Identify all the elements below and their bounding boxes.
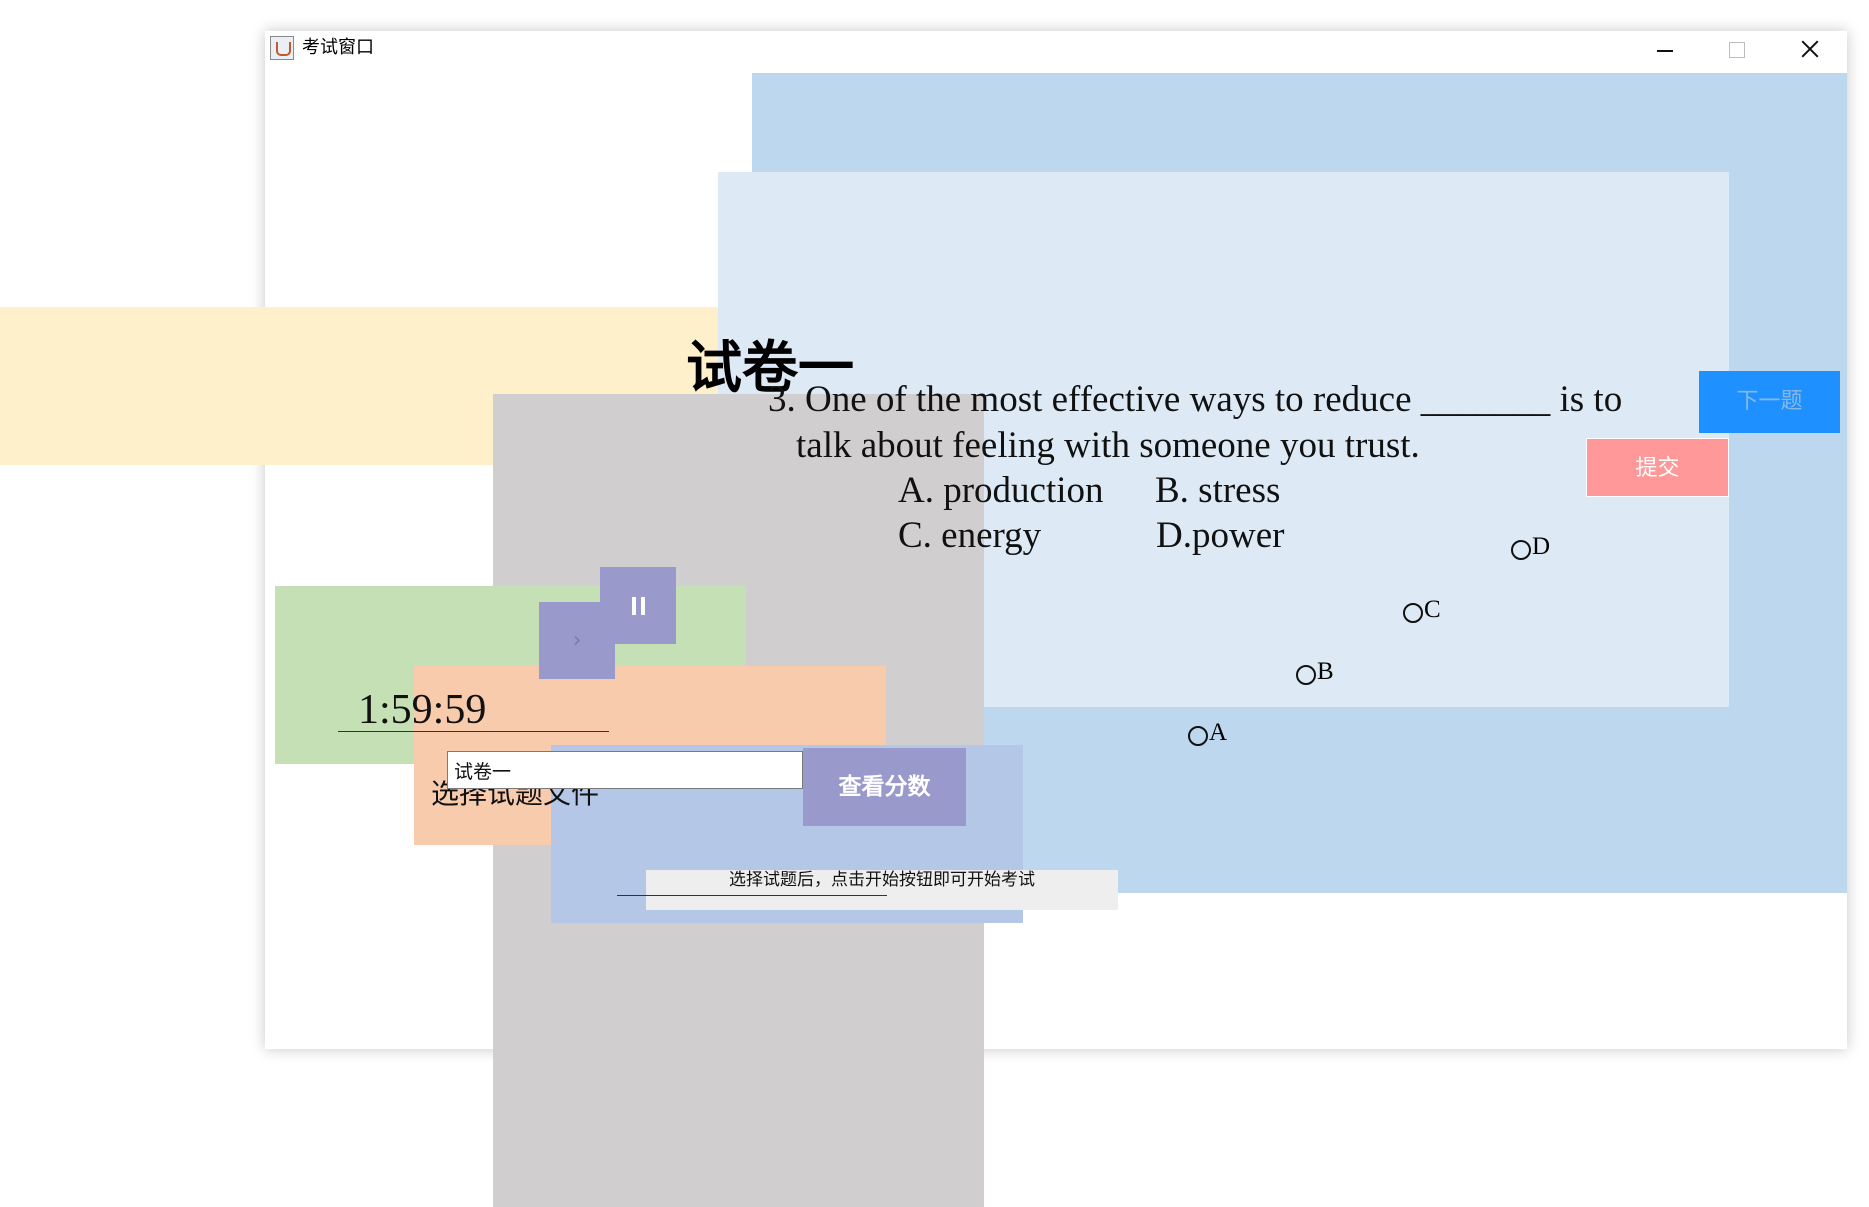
radio-circle-icon[interactable] [1403,603,1423,623]
status-underline [617,895,887,896]
option-c-text: C. energy [898,515,1042,556]
option-b-text: B. stress [1155,470,1281,511]
radio-circle-icon[interactable] [1188,726,1208,746]
close-icon[interactable] [1782,34,1836,64]
answer-radio-a[interactable]: A [1188,720,1227,746]
pause-icon-bar [641,597,645,615]
next-question-button[interactable]: 下一题 [1699,371,1840,433]
answer-radio-a-label: A [1209,719,1228,746]
question-text-line2: talk about feeling with someone you trus… [796,425,1420,466]
java-app-icon [270,36,294,60]
answer-radio-b[interactable]: B [1296,659,1334,685]
paper-file-input[interactable] [447,751,803,789]
option-a-text: A. production [898,470,1104,511]
radio-circle-icon[interactable] [1296,665,1316,685]
answer-radio-d-label: D [1532,533,1551,560]
window-titlebar[interactable] [265,31,1847,73]
option-d-text: D.power [1156,515,1285,556]
pause-icon [632,597,636,615]
answer-radio-c-label: C [1424,596,1441,623]
submit-button[interactable]: 提交 [1586,438,1729,497]
play-icon: › [572,628,582,653]
timer-underline [338,731,609,732]
minimize-icon[interactable] [1637,34,1691,64]
pause-button[interactable] [600,567,676,644]
question-text-line1: 3. One of the most effective ways to red… [768,379,1623,420]
answer-radio-c[interactable]: C [1403,597,1441,623]
answer-radio-d[interactable]: D [1511,534,1550,560]
window-title: 考试窗口 [302,37,374,58]
maximize-icon[interactable] [1709,34,1763,64]
status-message: 选择试题后，点击开始按钮即可开始考试 [729,870,1035,890]
answer-radio-b-label: B [1317,658,1334,685]
radio-circle-icon[interactable] [1511,540,1531,560]
countdown-timer: 1:59:59 [358,687,487,733]
view-score-button[interactable]: 查看分数 [803,748,966,826]
